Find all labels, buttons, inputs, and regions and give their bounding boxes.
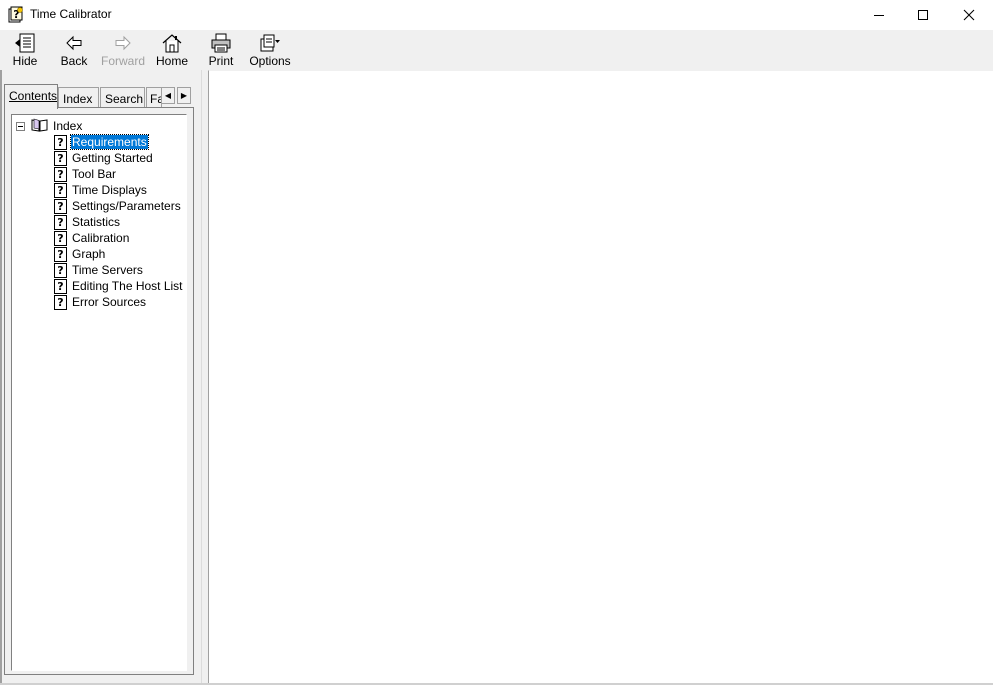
tree-item-label: Graph (72, 247, 106, 261)
tree-item-label: Calibration (72, 231, 130, 245)
help-topic-icon: ? (54, 150, 67, 166)
tree-root[interactable]: Index (16, 118, 83, 134)
help-topic-icon: ? (54, 262, 67, 278)
title-bar: ? Time Calibrator (0, 0, 993, 30)
tree-item-label: Requirements (70, 134, 149, 150)
help-file-icon: ? (8, 6, 24, 23)
back-button[interactable]: Back (59, 32, 89, 69)
tree-item-label: Settings/Parameters (72, 199, 181, 213)
back-label: Back (60, 54, 88, 68)
printer-icon (211, 33, 231, 53)
tree-item-label: Statistics (72, 215, 121, 229)
tab-scroll-right-button[interactable]: ▶ (177, 87, 191, 104)
help-topic-icon: ? (54, 182, 67, 198)
close-button[interactable] (946, 0, 992, 30)
hide-button[interactable]: Hide (10, 32, 40, 69)
tree-item-label: Tool Bar (72, 167, 117, 181)
window-title: Time Calibrator (30, 7, 112, 21)
arrow-left-icon: ◀ (164, 91, 172, 100)
tab-contents[interactable]: Contents (4, 84, 58, 109)
tree-root-label: Index (53, 119, 83, 133)
collapse-icon[interactable] (16, 121, 25, 131)
tree-item-label: Editing The Host List (72, 279, 183, 293)
pane-border (0, 70, 2, 685)
tree-item[interactable]: ? Requirements (54, 134, 149, 150)
forward-button[interactable]: Forward (101, 32, 146, 69)
navigation-pane: Contents Index Search Fa ◀ ▶ (0, 70, 202, 685)
help-topic-icon: ? (54, 294, 67, 310)
maximize-icon (918, 10, 928, 20)
tree-item-label: Time Servers (72, 263, 143, 277)
close-icon (963, 9, 975, 21)
open-book-icon (31, 118, 48, 135)
forward-label: Forward (101, 54, 146, 68)
toolbar: Hide Back Forward Home Print Options (0, 30, 993, 70)
help-topic-icon: ? (54, 230, 67, 246)
tree-item[interactable]: ? Settings/Parameters (54, 198, 182, 214)
arrow-right-icon: ▶ (180, 91, 188, 100)
minimize-button[interactable] (856, 0, 902, 30)
tree-item[interactable]: ? Time Servers (54, 262, 144, 278)
tab-contents-label: Contents (9, 89, 58, 103)
tree-item[interactable]: ? Editing The Host List (54, 278, 184, 294)
options-button[interactable]: Options (249, 32, 291, 69)
home-icon (162, 34, 182, 53)
hide-label: Hide (12, 54, 38, 68)
help-topic-icon: ? (54, 166, 67, 182)
help-topic-icon: ? (54, 214, 67, 230)
tree-item-label: Error Sources (72, 295, 147, 309)
home-label: Home (156, 54, 189, 68)
help-topic-icon: ? (54, 278, 67, 294)
tab-search[interactable]: Search (100, 87, 145, 109)
print-button[interactable]: Print (207, 32, 235, 69)
tree-item[interactable]: ? Statistics (54, 214, 121, 230)
print-label: Print (208, 54, 234, 68)
tree-item[interactable]: ? Getting Started (54, 150, 154, 166)
options-icon (260, 34, 280, 52)
topic-content-pane[interactable] (208, 70, 993, 685)
tab-index-label: Index (63, 92, 93, 106)
tab-index[interactable]: Index (58, 87, 99, 109)
tree-item[interactable]: ? Error Sources (54, 294, 147, 310)
tree-item[interactable]: ? Time Displays (54, 182, 148, 198)
forward-arrow-icon (115, 35, 131, 51)
contents-panel: Index ? Requirements ? Getting Started ?… (4, 107, 194, 675)
contents-tree[interactable]: Index ? Requirements ? Getting Started ?… (11, 114, 187, 671)
help-topic-icon: ? (54, 134, 67, 150)
tab-scroll-left-button[interactable]: ◀ (161, 87, 175, 104)
tree-item[interactable]: ? Tool Bar (54, 166, 117, 182)
tab-favorites[interactable]: Fa (146, 87, 162, 109)
minimize-icon (874, 15, 884, 16)
back-arrow-icon (66, 35, 82, 51)
help-topic-icon: ? (54, 246, 67, 262)
hide-pane-icon (15, 33, 35, 53)
tree-item-label: Time Displays (72, 183, 147, 197)
options-label: Options (249, 54, 291, 68)
tree-item[interactable]: ? Calibration (54, 230, 130, 246)
tree-item-label: Getting Started (72, 151, 153, 165)
help-topic-icon: ? (54, 198, 67, 214)
tree-item[interactable]: ? Graph (54, 246, 106, 262)
tab-strip: Contents Index Search Fa ◀ ▶ (4, 84, 194, 109)
tab-search-label: Search (105, 92, 144, 106)
maximize-button[interactable] (900, 0, 946, 30)
home-button[interactable]: Home (156, 32, 188, 69)
